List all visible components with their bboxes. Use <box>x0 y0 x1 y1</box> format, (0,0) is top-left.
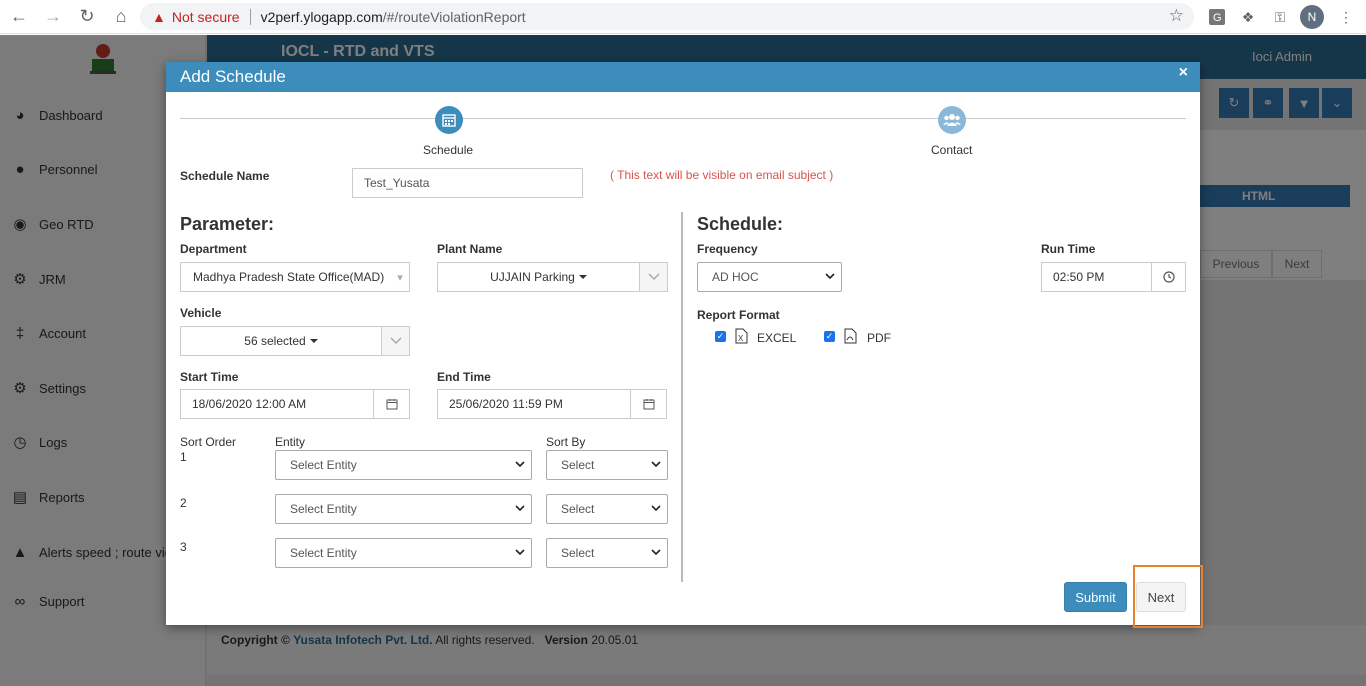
calendar-icon[interactable] <box>435 106 463 134</box>
start-time-value[interactable]: 18/06/2020 12:00 AM <box>181 390 373 418</box>
schedule-title: Schedule: <box>697 214 784 234</box>
chevron-down-icon <box>825 273 835 280</box>
sort-by-select-value: Select <box>561 502 595 516</box>
excel-checkbox[interactable]: ✓ <box>715 331 726 342</box>
schedule-name-input[interactable]: Test_Yusata <box>352 168 583 198</box>
sort-by-select[interactable]: Select <box>546 494 668 524</box>
start-time-picker[interactable]: 18/06/2020 12:00 AM <box>180 389 410 419</box>
chevron-down-icon <box>515 461 525 468</box>
schedule-name-label: Schedule Name <box>180 169 270 183</box>
url-text: v2perf.ylogapp.com/#/routeViolationRepor… <box>261 9 526 25</box>
submit-button[interactable]: Submit <box>1064 582 1127 612</box>
run-time-label: Run Time <box>1041 242 1096 256</box>
vehicle-select[interactable]: 56 selected <box>180 326 410 356</box>
add-schedule-modal: Add Schedule × Schedule Contact Schedule… <box>166 62 1200 625</box>
plant-name-value: UJJAIN Parking <box>490 270 575 284</box>
sort-by-select-value: Select <box>561 546 595 560</box>
report-format-label: Report Format <box>697 308 780 322</box>
section-divider <box>681 212 683 582</box>
entity-select[interactable]: Select Entity <box>275 538 532 568</box>
chevron-down-icon[interactable] <box>639 263 667 291</box>
run-time-value[interactable]: 02:50 PM <box>1042 263 1151 291</box>
end-time-picker[interactable]: 25/06/2020 11:59 PM <box>437 389 667 419</box>
entity-select[interactable]: Select Entity <box>275 494 532 524</box>
end-time-value[interactable]: 25/06/2020 11:59 PM <box>438 390 630 418</box>
entity-label: Entity <box>275 435 306 449</box>
chevron-down-icon <box>651 461 661 468</box>
sort-by-select[interactable]: Select <box>546 450 668 480</box>
wizard-progress-line <box>180 118 1186 119</box>
sort-order-number: 1 <box>180 450 187 464</box>
profile-avatar[interactable]: N <box>1300 5 1324 29</box>
clock-icon[interactable] <box>1151 263 1185 291</box>
chevron-down-icon <box>515 549 525 556</box>
sort-by-select-value: Select <box>561 458 595 472</box>
next-button-highlight <box>1133 565 1203 628</box>
modal-header: Add Schedule × <box>166 62 1200 92</box>
security-label: Not secure <box>171 8 240 25</box>
sort-by-select[interactable]: Select <box>546 538 668 568</box>
parameter-title: Parameter: <box>180 214 275 234</box>
pdf-checkbox[interactable]: ✓ <box>824 331 835 342</box>
entity-select-value: Select Entity <box>290 502 357 516</box>
warning-icon: ▲ <box>152 8 166 25</box>
step-schedule-label[interactable]: Schedule <box>423 143 473 157</box>
chevron-down-icon[interactable] <box>381 327 409 355</box>
department-label: Department <box>180 242 247 256</box>
address-bar[interactable]: ▲ Not secure v2perf.ylogapp.com/#/routeV… <box>140 3 1194 30</box>
menu-dots-icon[interactable]: ⋮ <box>1336 7 1356 27</box>
entity-select-value: Select Entity <box>290 546 357 560</box>
start-time-label: Start Time <box>180 370 239 384</box>
puzzle-extension-icon[interactable]: ❖ <box>1238 7 1258 27</box>
excel-label: EXCEL <box>757 331 797 345</box>
users-icon[interactable] <box>938 106 966 134</box>
modal-title: Add Schedule <box>180 67 286 86</box>
entity-select[interactable]: Select Entity <box>275 450 532 480</box>
end-time-label: End Time <box>437 370 491 384</box>
caret-icon <box>309 339 318 343</box>
plant-name-select[interactable]: UJJAIN Parking <box>437 262 668 292</box>
home-icon[interactable]: ⌂ <box>106 2 136 32</box>
run-time-picker[interactable]: 02:50 PM <box>1041 262 1186 292</box>
svg-text:X: X <box>738 334 744 343</box>
bookmark-star-icon[interactable]: ☆ <box>1169 6 1184 26</box>
excel-file-icon: X <box>735 328 748 344</box>
vehicle-label: Vehicle <box>180 306 222 320</box>
chevron-down-icon <box>651 549 661 556</box>
url-path: /#/routeViolationReport <box>382 8 526 25</box>
plant-name-label: Plant Name <box>437 242 503 256</box>
pdf-label: PDF <box>867 331 891 345</box>
svg-text:G: G <box>1213 12 1222 24</box>
sort-by-label: Sort By <box>546 435 586 449</box>
entity-select-value: Select Entity <box>290 458 357 472</box>
chevron-down-icon <box>515 505 525 512</box>
sort-order-number: 3 <box>180 540 187 554</box>
department-select[interactable]: Madhya Pradesh State Office(MAD) ▾ <box>180 262 410 292</box>
chevron-down-icon: ▾ <box>391 263 409 291</box>
frequency-label: Frequency <box>697 242 758 256</box>
separator <box>249 8 251 25</box>
sort-order-number: 2 <box>180 496 187 510</box>
g-extension-icon[interactable]: G <box>1207 7 1227 27</box>
frequency-select[interactable]: AD HOC <box>697 262 842 292</box>
key-icon[interactable]: ⚿ <box>1270 7 1290 27</box>
forward-arrow-icon[interactable]: → <box>38 2 68 32</box>
step-contact-label[interactable]: Contact <box>931 143 972 157</box>
schedule-name-hint: ( This text will be visible on email sub… <box>610 168 834 182</box>
reload-icon[interactable]: ↻ <box>72 2 102 32</box>
caret-icon <box>578 275 587 279</box>
department-value: Madhya Pradesh State Office(MAD) <box>193 270 385 284</box>
calendar-icon[interactable] <box>630 390 666 418</box>
back-arrow-icon[interactable]: ← <box>4 2 34 32</box>
url-host: v2perf.ylogapp.com <box>260 8 383 25</box>
calendar-icon[interactable] <box>373 390 409 418</box>
close-icon[interactable]: × <box>1179 64 1188 82</box>
browser-toolbar: ← → ↻ ⌂ ▲ Not secure v2perf.ylogapp.com/… <box>0 0 1366 34</box>
frequency-value: AD HOC <box>712 270 759 284</box>
chevron-down-icon <box>651 505 661 512</box>
sort-order-label: Sort Order <box>180 435 237 449</box>
vehicle-value: 56 selected <box>244 334 306 348</box>
pdf-file-icon <box>844 328 857 344</box>
